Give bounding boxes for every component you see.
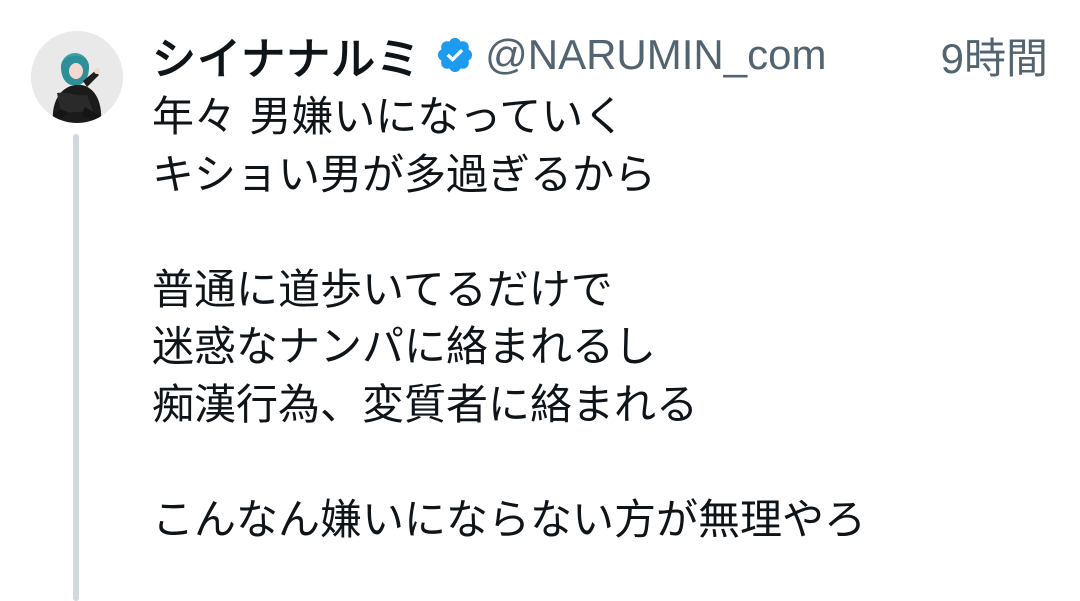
tweet[interactable]: シイナナルミ @NARUMIN_com 9時間 年々 男嫌いになっていく キショ… [0,0,1080,601]
avatar[interactable] [31,31,123,123]
tweet-text-blank-line [152,203,1052,261]
tweet-text: 年々 男嫌いになっていく キショい男が多過ぎるから 普通に道歩いてるだけで 迷惑… [152,88,1052,548]
tweet-text-line: 痴漢行為、変質者に絡まれる [152,379,699,429]
tweet-timestamp[interactable]: 9時間 [941,26,1048,84]
author-handle[interactable]: @NARUMIN_com [485,31,826,79]
tweet-header: シイナナルミ @NARUMIN_com [152,23,826,87]
tweet-text-line: 普通に道歩いてるだけで [152,264,613,314]
tweet-text-line: キショい男が多過ぎるから [152,149,657,199]
thread-connector-line [73,134,79,601]
author-display-name[interactable]: シイナナルミ [152,23,421,87]
tweet-text-line: 迷惑なナンパに絡まれるし [152,322,657,371]
tweet-text-blank-line [152,433,1052,491]
avatar-image [31,31,123,123]
verified-badge-icon [435,35,475,75]
tweet-text-line: こんなん嫌いにならない方が無理やろ [152,494,867,544]
tweet-text-line: 年々 男嫌いになっていく [152,92,626,141]
